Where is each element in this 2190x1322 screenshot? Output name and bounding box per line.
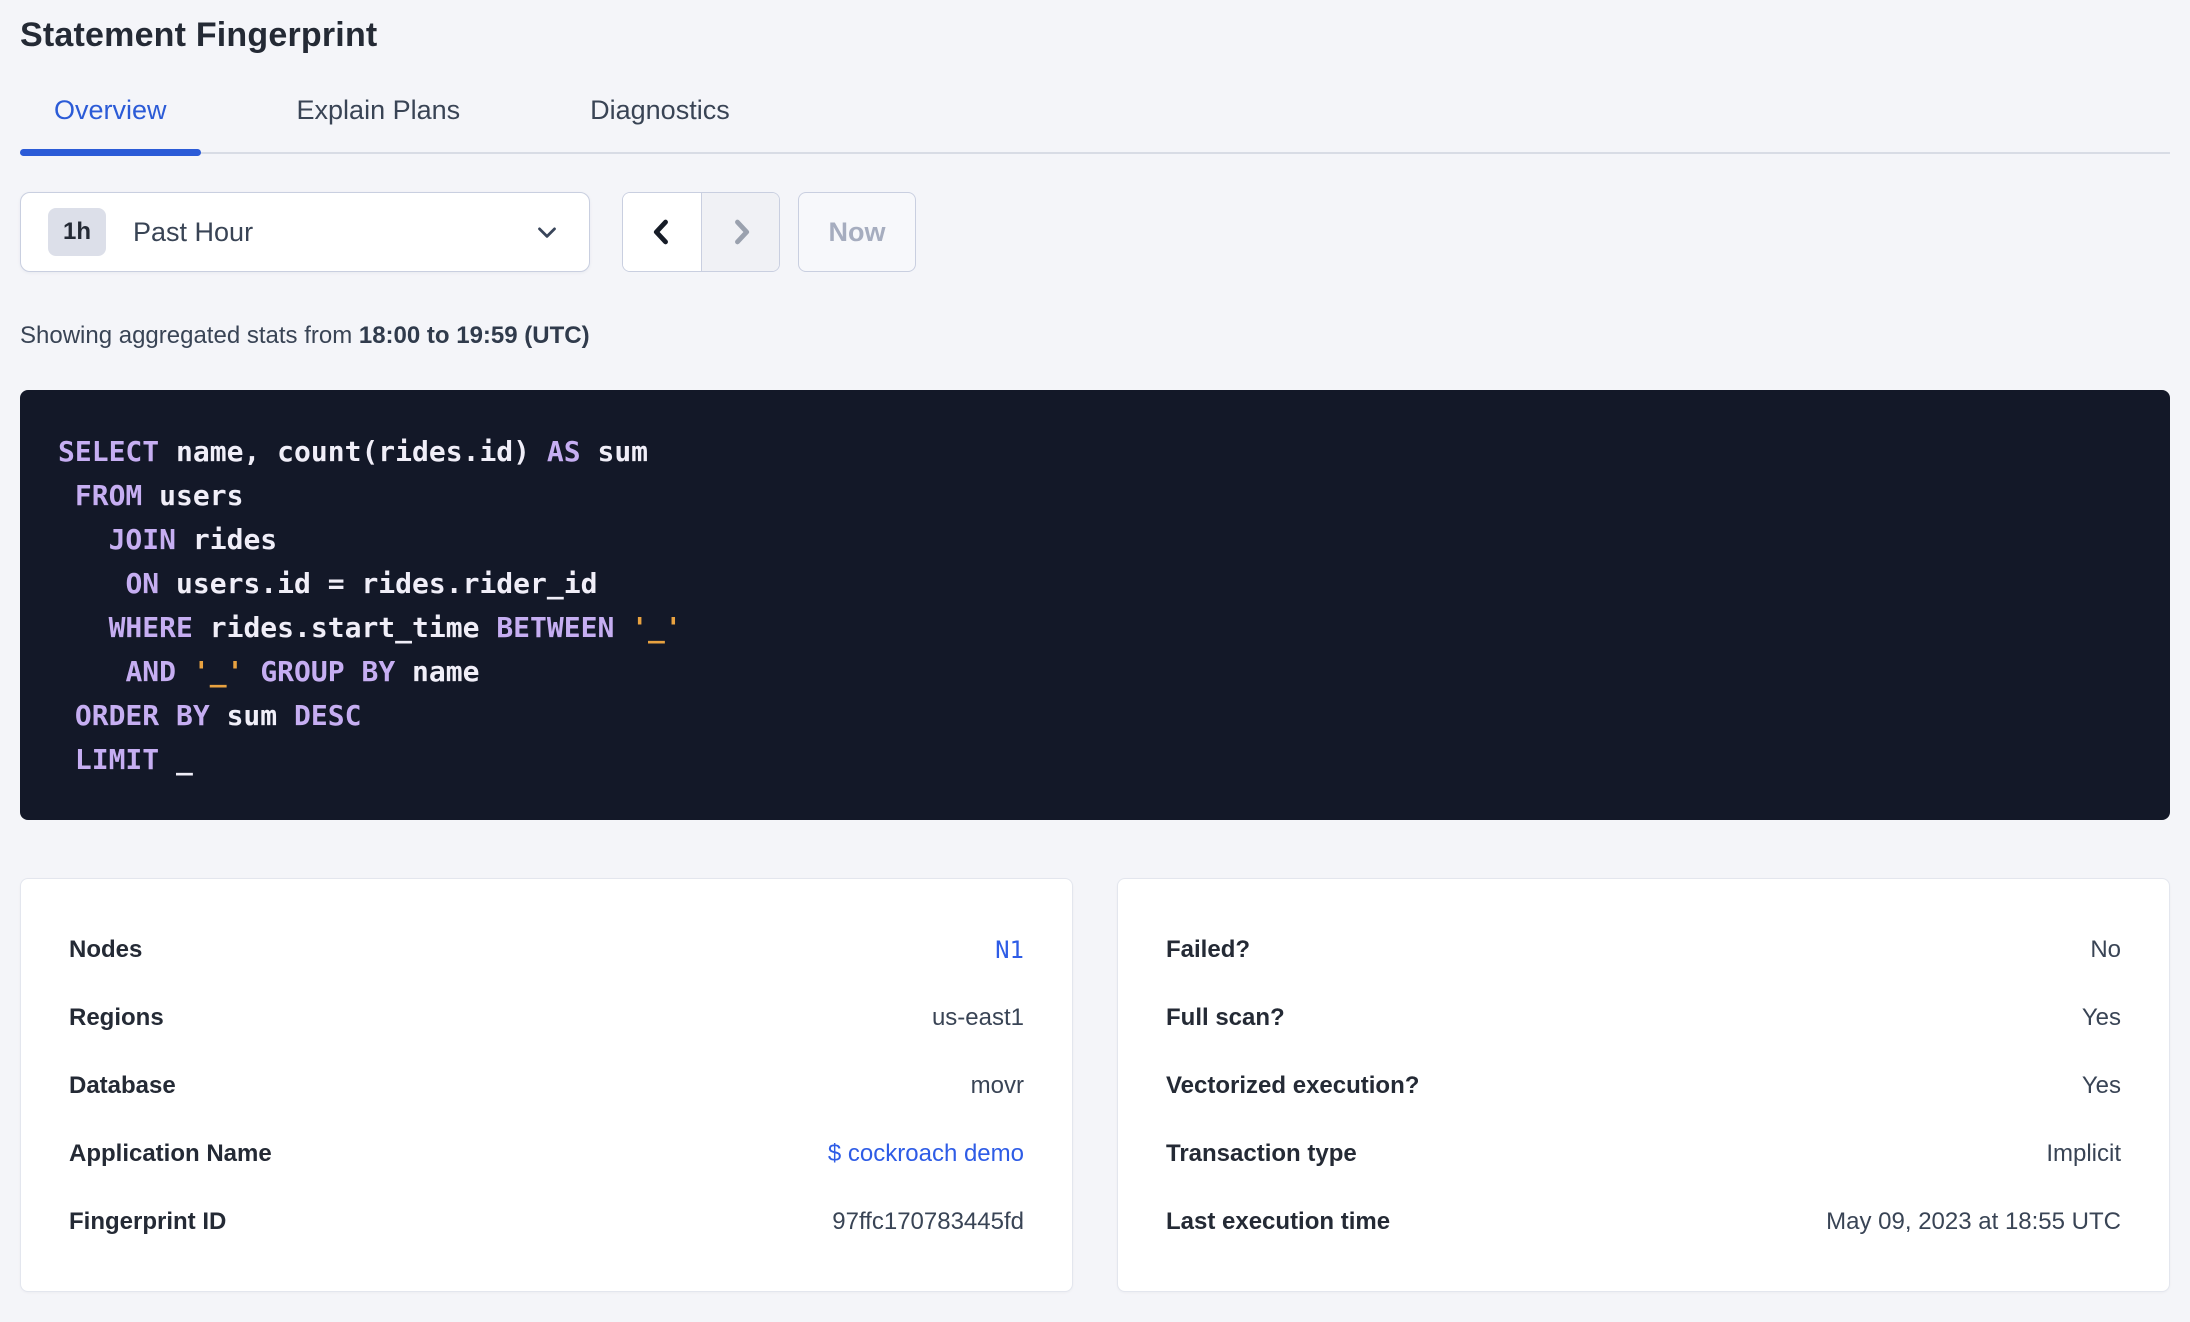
statement-details-card-right: Failed? No Full scan? Yes Vectorized exe… [1117, 878, 2170, 1292]
row-value: No [2090, 936, 2121, 963]
detail-row-transaction-type: Transaction type Implicit [1166, 1120, 2121, 1188]
page-title: Statement Fingerprint [20, 16, 378, 54]
detail-row-vectorized: Vectorized execution? Yes [1166, 1052, 2121, 1120]
row-value: us-east1 [931, 1004, 1024, 1031]
tab-explain-plans[interactable]: Explain Plans [263, 95, 495, 152]
row-label: Transaction type [1166, 1140, 1357, 1167]
now-button[interactable]: Now [798, 192, 916, 272]
detail-row-nodes: Nodes N1 [69, 916, 1024, 984]
tab-diagnostics[interactable]: Diagnostics [556, 95, 764, 152]
sql-statement-box: SELECT name, count(rides.id) AS sum FROM… [20, 390, 2170, 820]
row-value: Yes [2081, 1072, 2121, 1099]
row-label: Full scan? [1166, 1004, 1285, 1031]
row-value: Implicit [2046, 1140, 2121, 1167]
chevron-right-icon [724, 215, 758, 249]
detail-row-failed: Failed? No [1166, 916, 2121, 984]
detail-row-fingerprint-id: Fingerprint ID 97ffc170783445fd [69, 1188, 1024, 1256]
stats-line-prefix: Showing aggregated stats from [20, 322, 359, 349]
row-label: Fingerprint ID [69, 1208, 227, 1235]
tab-overview[interactable]: Overview [20, 95, 201, 156]
time-range-selected-label: Past Hour [133, 216, 254, 247]
nodes-link[interactable]: N1 [995, 936, 1024, 964]
details-cards-row: Nodes N1 Regions us-east1 Database movr … [20, 878, 2170, 1292]
detail-row-last-execution: Last execution time May 09, 2023 at 18:5… [1166, 1188, 2121, 1256]
time-range-dropdown[interactable]: 1h Past Hour [20, 192, 590, 272]
next-range-button[interactable] [701, 193, 779, 271]
sql-line: ON users.id = rides.rider_id [125, 567, 598, 600]
time-picker-row: 1h Past Hour Now [20, 192, 2170, 272]
sql-line: WHERE rides.start_time BETWEEN '_' [108, 611, 682, 644]
statement-fingerprint-page: Statement Fingerprint Overview Explain P… [0, 0, 2190, 1292]
prev-range-button[interactable] [623, 193, 701, 271]
stats-time-range: 18:00 to 19:59 (UTC) [358, 322, 590, 349]
sql-line: JOIN rides [108, 523, 278, 556]
row-label: Failed? [1166, 936, 1251, 963]
row-label: Nodes [69, 936, 143, 963]
sql-line: SELECT name, count(rides.id) AS sum [58, 435, 649, 468]
row-label: Database [69, 1072, 176, 1099]
row-label: Regions [69, 1004, 164, 1031]
row-label: Last execution time [1166, 1208, 1391, 1235]
row-value: 97ffc170783445fd [832, 1208, 1024, 1235]
tab-bar: Overview Explain Plans Diagnostics [20, 95, 2170, 156]
sql-line: ORDER BY sum DESC [74, 699, 362, 732]
application-name-link[interactable]: $ cockroach demo [828, 1140, 1024, 1168]
sql-line: FROM users [74, 479, 244, 512]
chevron-left-icon [645, 215, 679, 249]
time-range-pager [622, 192, 780, 272]
detail-row-full-scan: Full scan? Yes [1166, 984, 2121, 1052]
detail-row-regions: Regions us-east1 [69, 984, 1024, 1052]
sql-line: AND '_' GROUP BY name [125, 655, 480, 688]
interval-badge: 1h [48, 208, 107, 256]
detail-row-database: Database movr [69, 1052, 1024, 1120]
row-label: Vectorized execution? [1166, 1072, 1420, 1099]
row-value: movr [970, 1072, 1024, 1099]
row-value: May 09, 2023 at 18:55 UTC [1826, 1208, 2121, 1235]
row-label: Application Name [69, 1140, 272, 1167]
statement-details-card-left: Nodes N1 Regions us-east1 Database movr … [20, 878, 1073, 1292]
aggregated-stats-line: Showing aggregated stats from 18:00 to 1… [20, 322, 2170, 350]
row-value: Yes [2081, 1004, 2121, 1031]
detail-row-application-name: Application Name $ cockroach demo [69, 1120, 1024, 1188]
sql-line: LIMIT _ [74, 743, 193, 776]
sql-code: SELECT name, count(rides.id) AS sum FROM… [58, 430, 2140, 782]
chevron-down-icon [532, 217, 562, 247]
